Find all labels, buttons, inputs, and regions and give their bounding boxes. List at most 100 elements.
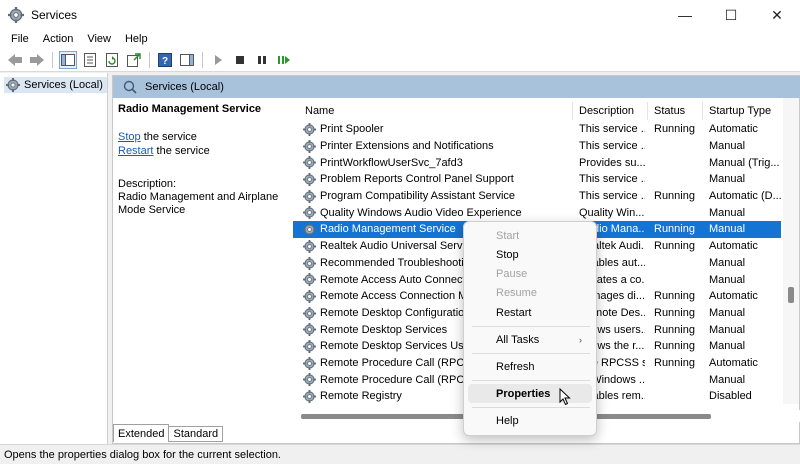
cell-startup: Automatic bbox=[709, 356, 758, 369]
context-menu-separator bbox=[472, 326, 590, 327]
start-service-icon[interactable] bbox=[209, 51, 227, 69]
gear-icon bbox=[6, 78, 20, 92]
panel-title: Services (Local) bbox=[145, 81, 224, 93]
column-divider[interactable] bbox=[702, 102, 703, 120]
gear-icon bbox=[303, 223, 316, 237]
cell-status: Running bbox=[654, 340, 695, 353]
cell-status: Running bbox=[654, 223, 695, 236]
chevron-right-icon: › bbox=[579, 334, 582, 345]
cell-startup: Manual bbox=[709, 223, 746, 236]
context-menu-all-tasks[interactable]: All Tasks › bbox=[468, 330, 592, 349]
resume-service-icon[interactable] bbox=[275, 51, 293, 69]
context-menu-help[interactable]: Help bbox=[468, 411, 592, 430]
back-arrow-icon[interactable] bbox=[6, 51, 24, 69]
gear-icon bbox=[303, 256, 316, 270]
forward-arrow-icon[interactable] bbox=[28, 51, 46, 69]
cell-name: PrintWorkflowUserSvc_7afd3 bbox=[320, 156, 463, 169]
restart-link[interactable]: Restart bbox=[118, 145, 153, 157]
context-menu-refresh[interactable]: Refresh bbox=[468, 357, 592, 376]
column-header-name[interactable]: Name bbox=[305, 102, 334, 120]
cell-startup: Automatic (D... bbox=[709, 190, 781, 203]
console-tree: Services (Local) bbox=[0, 73, 108, 444]
context-menu-start[interactable]: Start bbox=[468, 226, 592, 245]
tab-standard[interactable]: Standard bbox=[168, 426, 224, 442]
cell-name: Problem Reports Control Panel Support bbox=[320, 173, 514, 186]
context-menu: Start Stop Pause Resume Restart All Task… bbox=[463, 221, 597, 436]
gear-icon bbox=[303, 156, 316, 170]
main-panel: Services (Local) Radio Management Servic… bbox=[112, 75, 800, 444]
cell-name: Print Spooler bbox=[320, 123, 384, 136]
cell-startup: Manual bbox=[709, 323, 746, 336]
cell-status: Running bbox=[654, 306, 695, 319]
cell-name: Program Compatibility Assistant Service bbox=[320, 190, 516, 203]
table-row[interactable]: PrintWorkflowUserSvc_7afd3 Provides su...… bbox=[293, 154, 781, 171]
help-icon[interactable]: ? bbox=[156, 51, 174, 69]
cell-status: Running bbox=[654, 190, 695, 203]
table-row[interactable]: Problem Reports Control Panel Support Thi… bbox=[293, 171, 781, 188]
cell-status: Running bbox=[654, 290, 695, 303]
stop-link[interactable]: Stop bbox=[118, 131, 141, 143]
gear-icon bbox=[303, 390, 316, 403]
column-divider[interactable] bbox=[647, 102, 648, 120]
vertical-scrollbar[interactable] bbox=[783, 98, 799, 404]
cell-desc: This service ... bbox=[579, 190, 645, 203]
export-list-icon[interactable] bbox=[125, 51, 143, 69]
cell-status: Running bbox=[654, 240, 695, 253]
column-header-description[interactable]: Description bbox=[579, 102, 634, 120]
context-menu-all-tasks-label: All Tasks bbox=[496, 333, 540, 346]
service-detail: Radio Management Service Stop the servic… bbox=[118, 103, 293, 217]
pause-service-icon[interactable] bbox=[253, 51, 271, 69]
stop-line: Stop the service bbox=[118, 130, 293, 144]
show-hide-action-pane-icon[interactable] bbox=[178, 51, 196, 69]
gear-icon bbox=[303, 323, 316, 337]
gear-icon bbox=[303, 206, 316, 220]
context-menu-separator bbox=[472, 407, 590, 408]
svg-text:?: ? bbox=[162, 56, 168, 67]
cell-startup: Manual bbox=[709, 140, 746, 153]
close-button[interactable]: ✕ bbox=[754, 0, 800, 30]
cell-name: Printer Extensions and Notifications bbox=[320, 140, 494, 153]
context-menu-pause[interactable]: Pause bbox=[468, 264, 592, 283]
maximize-button[interactable]: ☐ bbox=[708, 0, 754, 30]
cell-startup: Manual bbox=[709, 340, 746, 353]
minimize-button[interactable]: — bbox=[662, 0, 708, 30]
context-menu-properties[interactable]: Properties bbox=[468, 384, 592, 403]
window-title: Services bbox=[31, 8, 78, 22]
cell-startup: Manual bbox=[709, 373, 746, 386]
table-row[interactable]: Program Compatibility Assistant Service T… bbox=[293, 188, 781, 205]
column-divider[interactable] bbox=[572, 102, 573, 120]
gear-icon bbox=[303, 273, 316, 287]
vertical-scroll-thumb[interactable] bbox=[788, 287, 794, 303]
tree-item-services-local[interactable]: Services (Local) bbox=[4, 77, 107, 93]
cell-startup: Disabled bbox=[709, 390, 752, 403]
menu-action[interactable]: Action bbox=[36, 33, 81, 45]
cell-startup: Automatic bbox=[709, 123, 758, 136]
properties-icon[interactable] bbox=[81, 51, 99, 69]
tab-extended[interactable]: Extended bbox=[113, 424, 170, 442]
gear-icon bbox=[303, 373, 316, 387]
menu-help[interactable]: Help bbox=[118, 33, 155, 45]
cell-name: Quality Windows Audio Video Experience bbox=[320, 206, 522, 219]
column-header-status[interactable]: Status bbox=[654, 102, 685, 120]
show-hide-console-tree-icon[interactable] bbox=[59, 50, 77, 69]
menu-view[interactable]: View bbox=[80, 33, 118, 45]
refresh-icon[interactable] bbox=[103, 51, 121, 69]
description-text: Radio Management and Airplane Mode Servi… bbox=[118, 191, 279, 216]
context-menu-restart[interactable]: Restart bbox=[468, 303, 592, 322]
restart-line: Restart the service bbox=[118, 144, 293, 158]
cell-status: Running bbox=[654, 356, 695, 369]
stop-service-icon[interactable] bbox=[231, 51, 249, 69]
title-bar: Services — ☐ ✕ bbox=[0, 0, 800, 30]
table-row[interactable]: Quality Windows Audio Video Experience Qu… bbox=[293, 204, 781, 221]
column-header-startup-type[interactable]: Startup Type bbox=[709, 102, 771, 120]
context-menu-stop[interactable]: Stop bbox=[468, 245, 592, 264]
gear-icon bbox=[303, 239, 316, 253]
gear-icon bbox=[303, 306, 316, 320]
context-menu-resume[interactable]: Resume bbox=[468, 283, 592, 302]
menu-file[interactable]: File bbox=[4, 33, 36, 45]
table-row[interactable]: Printer Extensions and Notifications This… bbox=[293, 138, 781, 155]
gear-icon bbox=[303, 123, 316, 136]
menu-bar: File Action View Help bbox=[0, 30, 800, 48]
table-row[interactable]: Print Spooler This service ... Running Auto… bbox=[293, 121, 781, 138]
gear-icon bbox=[303, 356, 316, 370]
